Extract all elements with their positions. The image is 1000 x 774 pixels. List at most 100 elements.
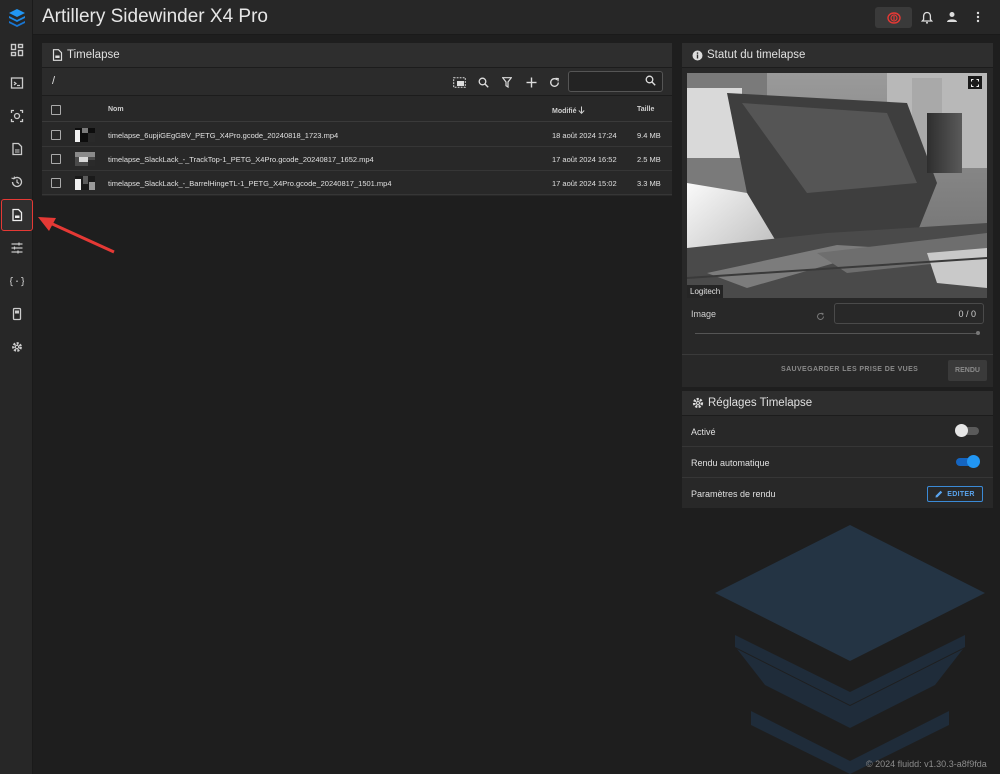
notifications-button[interactable]: [919, 9, 935, 25]
pencil-icon: [935, 490, 943, 498]
settings-card-title: Réglages Timelapse: [682, 391, 993, 416]
select-area-button[interactable]: [451, 74, 467, 90]
nav-timelapse[interactable]: [1, 199, 33, 231]
column-size[interactable]: Taille: [637, 106, 654, 113]
device-icon: [12, 307, 21, 321]
refresh-button[interactable]: [546, 74, 562, 90]
camera-preview[interactable]: Logitech: [687, 73, 987, 298]
add-button[interactable]: [523, 74, 539, 90]
console-icon: [10, 77, 23, 89]
setting-auto-render-row: Rendu automatique: [682, 447, 993, 478]
history-icon: [10, 176, 22, 188]
file-size: 2.5 MB: [637, 155, 661, 164]
nav-camera[interactable]: [0, 101, 33, 131]
file-name: timelapse_SlackLack_-_TrackTop-1_PETG_X4…: [108, 155, 374, 164]
camera-name-label: Logitech: [687, 285, 724, 298]
more-menu-button[interactable]: [970, 9, 986, 25]
nav-configuration[interactable]: {·}: [0, 266, 33, 296]
search-field[interactable]: [568, 71, 663, 92]
info-icon: [692, 50, 703, 60]
plus-icon: [526, 77, 536, 87]
app-title: Artillery Sidewinder X4 Pro: [42, 6, 268, 27]
image-label: Image: [691, 309, 717, 319]
auto-render-label: Rendu automatique: [691, 458, 770, 468]
row-checkbox[interactable]: [51, 130, 61, 140]
fullscreen-button[interactable]: [968, 76, 982, 89]
fullscreen-icon: [971, 78, 979, 87]
nav-jobs[interactable]: [0, 134, 33, 164]
auto-render-toggle-knob: [967, 455, 980, 468]
nav-dashboard[interactable]: [0, 35, 33, 65]
thumbnail-image: [75, 152, 95, 166]
render-params-label: Paramètres de rendu: [691, 489, 776, 499]
more-vertical-icon: [976, 11, 980, 23]
reset-icon: [817, 312, 824, 320]
status-card-title: Statut du timelapse: [682, 43, 993, 68]
app-header: Artillery Sidewinder X4 Pro: [33, 0, 1000, 35]
frame-slider-thumb[interactable]: [976, 331, 980, 335]
filter-icon: [502, 76, 512, 88]
sort-arrow-down-icon: [578, 106, 586, 115]
file-thumbnail: [75, 152, 95, 166]
refresh-icon: [549, 77, 559, 87]
nav-history[interactable]: [0, 167, 33, 197]
search-input[interactable]: [573, 74, 641, 89]
setting-render-params-row: Paramètres de rendu EDITER: [682, 478, 993, 509]
frame-counter-field[interactable]: 0 / 0: [834, 303, 984, 324]
auto-render-toggle[interactable]: [956, 455, 980, 468]
annotation-arrow-icon: [38, 217, 115, 254]
search-icon: [478, 77, 489, 88]
dashboard-icon: [10, 43, 23, 57]
frame-reset-button[interactable]: [816, 308, 825, 326]
search-icon: [645, 75, 656, 86]
frame-slider[interactable]: [695, 333, 979, 334]
table-header: Nom Modifié Taille: [42, 96, 672, 122]
table-row[interactable]: timelapse_SlackLack_-_BarrelHingeTL-1_PE…: [42, 171, 672, 195]
app-logo[interactable]: [0, 0, 33, 35]
sidebar: {·}: [0, 0, 33, 774]
bell-icon: [921, 11, 933, 24]
file-toolbar: /: [42, 68, 672, 96]
table-row[interactable]: timelapse_SlackLack_-_TrackTop-1_PETG_X4…: [42, 147, 672, 171]
column-modified[interactable]: Modifié: [552, 106, 586, 115]
save-frames-button[interactable]: SAUVEGARDER LES PRISE DE VUES: [781, 366, 918, 373]
timelapse-settings-card: Réglages Timelapse Activé Rendu automati…: [682, 391, 993, 508]
nav-settings[interactable]: [0, 332, 33, 362]
enabled-label: Activé: [691, 427, 716, 437]
status-actions: SAUVEGARDER LES PRISE DE VUES RENDU: [682, 354, 993, 387]
timelapse-file-icon: [52, 49, 63, 61]
footer-version: © 2024 fluidd: v1.30.3-a8f9fda: [866, 759, 987, 769]
select-all-checkbox[interactable]: [51, 105, 61, 115]
emergency-stop-button[interactable]: [875, 7, 912, 28]
tune-icon: [11, 242, 22, 254]
camera-icon: [10, 109, 23, 123]
svg-text:{·}: {·}: [10, 277, 24, 288]
row-checkbox[interactable]: [51, 154, 61, 164]
timelapse-card: Timelapse / Nom Modifié Taille timelapse…: [42, 43, 672, 196]
file-thumbnail: [75, 128, 95, 142]
search-button[interactable]: [475, 74, 491, 90]
column-name[interactable]: Nom: [108, 106, 124, 113]
nav-tune[interactable]: [0, 233, 33, 263]
user-button[interactable]: [944, 9, 960, 25]
camera-frame-image: [687, 73, 987, 298]
nav-console[interactable]: [0, 68, 33, 98]
table-row[interactable]: timelapse_6upjiGEgGBV_PETG_X4Pro.gcode_2…: [42, 123, 672, 147]
timelapse-card-title: Timelapse: [42, 43, 672, 68]
row-checkbox[interactable]: [51, 178, 61, 188]
filter-button[interactable]: [499, 74, 515, 90]
code-braces-icon: {·}: [10, 277, 24, 288]
file-icon: [11, 142, 22, 156]
enabled-toggle-knob: [955, 424, 968, 437]
file-modified: 17 août 2024 16:52: [552, 155, 617, 164]
select-area-icon: [452, 76, 466, 88]
render-button[interactable]: RENDU: [948, 360, 987, 381]
enabled-toggle[interactable]: [955, 424, 979, 437]
edit-button[interactable]: EDITER: [927, 486, 983, 502]
fluidd-watermark-logo: [715, 525, 985, 774]
status-title: Statut du timelapse: [707, 49, 806, 61]
thumbnail-image: [75, 128, 95, 142]
nav-system[interactable]: [0, 299, 33, 329]
settings-title: Réglages Timelapse: [708, 397, 813, 409]
file-size: 3.3 MB: [637, 179, 661, 188]
